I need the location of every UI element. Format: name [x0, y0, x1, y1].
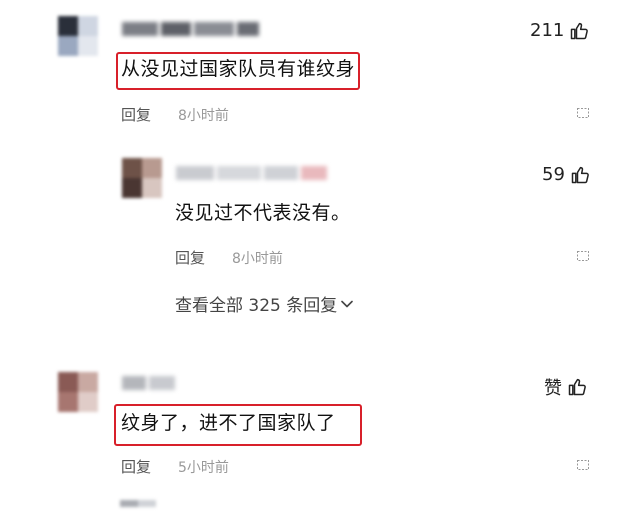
like-count: 211	[530, 20, 565, 41]
more-icon[interactable]	[577, 251, 589, 261]
chevron-down-icon	[341, 300, 354, 307]
more-icon[interactable]	[577, 108, 589, 118]
reply-button[interactable]: 回复	[121, 456, 151, 477]
reply-text: 没见过不代表没有。	[175, 202, 351, 224]
thumbs-up-icon	[571, 22, 589, 39]
avatar[interactable]	[58, 372, 98, 412]
like-button[interactable]: 211	[530, 20, 589, 41]
timestamp: 8小时前	[232, 251, 283, 267]
reply-item: 59 没见过不代表没有。 回复 8小时前 查看全部 325 条回复	[0, 140, 640, 330]
timestamp: 5小时前	[178, 460, 229, 476]
timestamp: 8小时前	[178, 108, 229, 124]
view-all-replies-link[interactable]: 查看全部 325 条回复	[175, 291, 354, 316]
like-count: 59	[542, 164, 565, 185]
like-label: 赞	[544, 378, 562, 399]
username-blurred[interactable]	[122, 22, 262, 36]
reply-button[interactable]: 回复	[175, 247, 205, 268]
avatar[interactable]	[122, 158, 162, 198]
thumbs-up-icon	[568, 378, 586, 396]
like-button[interactable]: 赞	[544, 374, 587, 400]
thumbs-up-icon	[571, 166, 589, 183]
comment-item: 赞 纹身了，进不了国家队了 回复 5小时前	[0, 360, 640, 510]
reply-button[interactable]: 回复	[121, 104, 151, 125]
avatar[interactable]	[120, 500, 156, 514]
username-blurred[interactable]	[176, 166, 336, 180]
comment-text: 从没见过国家队员有谁纹身	[121, 58, 356, 80]
comment-text: 纹身了，进不了国家队了	[121, 412, 336, 434]
username-blurred[interactable]	[122, 376, 182, 390]
view-all-label: 查看全部 325 条回复	[175, 296, 338, 316]
more-icon[interactable]	[577, 460, 589, 470]
like-button[interactable]: 59	[542, 164, 590, 185]
comment-item: 211 从没见过国家队员有谁纹身 回复 8小时前	[0, 0, 640, 140]
avatar[interactable]	[58, 16, 98, 56]
